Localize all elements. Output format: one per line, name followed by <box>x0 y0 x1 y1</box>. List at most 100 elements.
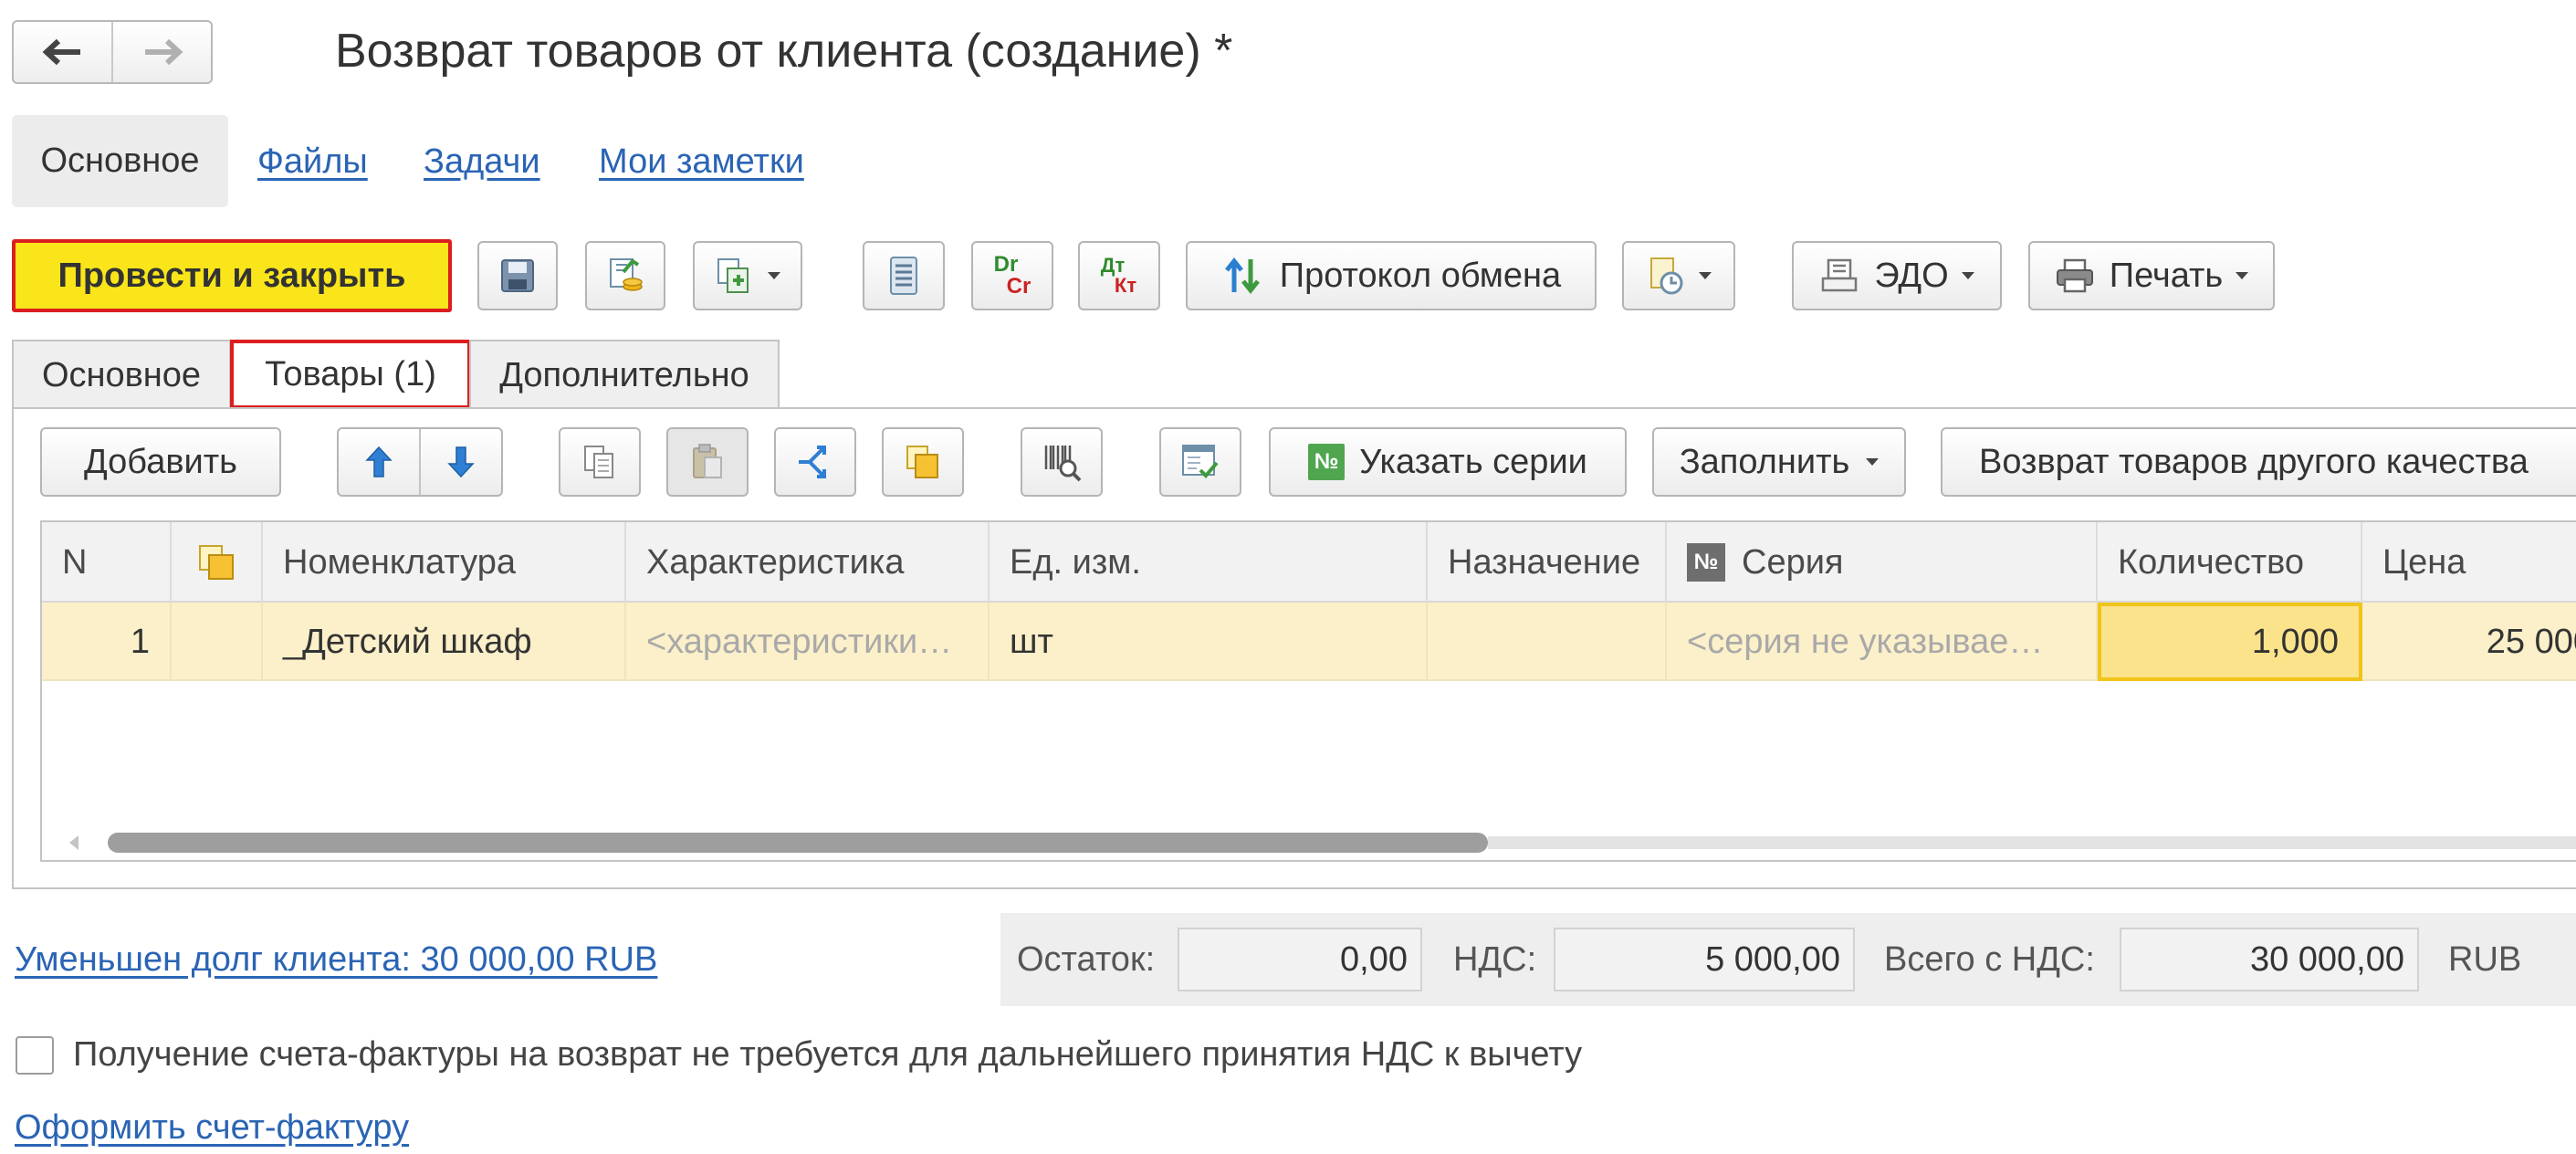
total-with-vat-field: 30 000,00 <box>2120 928 2419 991</box>
table-header: N Номенклатура Характеристика Ед. изм. Н… <box>42 522 2576 603</box>
create-based-on-button[interactable] <box>693 241 802 310</box>
save-button[interactable] <box>477 241 558 310</box>
tab-goods[interactable]: Товары (1) <box>230 340 471 409</box>
move-buttons-group <box>337 427 503 497</box>
list-structure-icon <box>890 257 917 295</box>
check-goods-button[interactable] <box>1159 427 1241 497</box>
dt-kt-icon-bottom: Кт <box>1114 274 1137 297</box>
section-link-notes[interactable]: Мои заметки <box>599 142 804 182</box>
exchange-protocol-button[interactable]: Протокол обмена <box>1186 241 1597 310</box>
barcode-icon <box>1044 446 1082 482</box>
section-tab-main[interactable]: Основное <box>12 115 228 207</box>
column-header-characteristic[interactable]: Характеристика <box>626 522 990 603</box>
move-down-button[interactable] <box>421 429 501 495</box>
structure-button[interactable] <box>863 241 945 310</box>
edo-icon <box>1822 258 1858 292</box>
post-and-close-button[interactable]: Провести и закрыть <box>12 239 452 312</box>
scrollbar-thumb[interactable] <box>108 833 1488 853</box>
cell-series[interactable]: <серия не указывае… <box>1667 603 2098 681</box>
post-document-icon <box>610 258 643 291</box>
fill-button[interactable]: Заполнить <box>1652 427 1906 497</box>
exchange-protocol-label: Протокол обмена <box>1279 256 1562 295</box>
cell-characteristic[interactable]: <характеристики… <box>626 603 990 681</box>
total-with-vat-label: Всего с НДС: <box>1884 939 2095 979</box>
column-header-quantity[interactable]: Количество <box>2098 522 2362 603</box>
copy-row-button[interactable] <box>559 427 641 497</box>
dr-cr-icon-bottom: Cr <box>1006 274 1031 299</box>
column-header-nomenclature[interactable]: Номенклатура <box>263 522 626 603</box>
specify-series-label: Указать серии <box>1359 442 1587 481</box>
back-button[interactable] <box>14 22 111 82</box>
column-header-price[interactable]: Цена <box>2362 522 2576 603</box>
cell-nomenclature[interactable]: _Детский шкаф <box>263 603 626 681</box>
forward-button[interactable] <box>111 22 211 82</box>
specify-series-button[interactable]: № Указать серии <box>1269 427 1627 497</box>
exchange-arrows-icon <box>1224 257 1260 295</box>
tab-additional[interactable]: Дополнительно <box>469 340 780 409</box>
cell-unit[interactable]: шт <box>990 603 1428 681</box>
yellow-pages-icon <box>906 446 938 478</box>
table-row[interactable]: 1 _Детский шкаф <характеристики… шт <сер… <box>42 603 2576 681</box>
totals-panel: Остаток: 0,00 НДС: 5 000,00 Всего с НДС:… <box>1000 913 2576 1006</box>
edo-label: ЭДО <box>1874 256 1949 295</box>
printer-icon <box>2056 258 2093 293</box>
arrow-left-icon <box>42 38 80 66</box>
remainder-field: 0,00 <box>1178 928 1422 991</box>
section-link-files[interactable]: Файлы <box>257 142 368 182</box>
horizontal-scrollbar[interactable] <box>44 833 2576 853</box>
checklist-icon <box>1182 445 1219 478</box>
dr-cr-button[interactable]: Dr Cr <box>971 241 1053 310</box>
barcode-search-button[interactable] <box>1021 427 1103 497</box>
print-label: Печать <box>2109 256 2224 295</box>
column-header-purpose[interactable]: Назначение <box>1428 522 1667 603</box>
document-clock-icon <box>1650 257 1683 295</box>
series-icon: № <box>1308 444 1346 480</box>
chevron-down-icon <box>2236 272 2249 279</box>
scrollbar-rail[interactable] <box>1488 836 2576 849</box>
copy-icon <box>584 446 613 478</box>
dt-kt-button[interactable]: Дт Кт <box>1078 241 1160 310</box>
series-icon: № <box>1687 543 1725 582</box>
cell-icon[interactable] <box>172 603 263 681</box>
history-nav <box>12 20 213 84</box>
dr-cr-icon-top: Dr <box>993 252 1019 277</box>
arrow-right-icon <box>144 38 183 66</box>
add-row-button[interactable]: Добавить <box>40 427 281 497</box>
split-row-button[interactable] <box>774 427 856 497</box>
select-goods-button[interactable] <box>882 427 964 497</box>
post-button[interactable] <box>585 241 665 310</box>
customer-debt-link[interactable]: Уменьшен долг клиента: 30 000,00 RUB <box>15 940 657 980</box>
create-based-on-icon <box>717 258 749 293</box>
floppy-disk-icon <box>501 259 534 292</box>
move-up-button[interactable] <box>339 429 421 495</box>
split-arrows-icon <box>799 446 826 478</box>
create-invoice-link[interactable]: Оформить счет-фактуру <box>15 1108 409 1148</box>
paste-row-button[interactable] <box>666 427 749 497</box>
schedule-button[interactable] <box>1622 241 1735 310</box>
currency-label: RUB <box>2448 939 2522 979</box>
return-other-quality-button[interactable]: Возврат товаров другого качества <box>1941 427 2576 497</box>
column-header-icon[interactable] <box>172 522 263 603</box>
print-button[interactable]: Печать <box>2028 241 2275 310</box>
invoice-not-required-label[interactable]: Получение счета-фактуры на возврат не тр… <box>73 1035 1582 1075</box>
tab-main[interactable]: Основное <box>12 340 231 409</box>
chevron-down-icon <box>1961 272 1974 279</box>
chevron-down-icon <box>1699 272 1712 279</box>
edo-button[interactable]: ЭДО <box>1792 241 2002 310</box>
fill-label: Заполнить <box>1679 442 1850 481</box>
chevron-down-icon <box>768 272 780 279</box>
cell-price[interactable]: 25 000 <box>2362 603 2576 681</box>
invoice-not-required-checkbox[interactable] <box>16 1036 54 1075</box>
yellow-pages-icon <box>199 545 234 580</box>
scroll-left-icon[interactable] <box>69 835 79 850</box>
section-link-tasks[interactable]: Задачи <box>424 142 540 182</box>
column-header-n[interactable]: N <box>42 522 172 603</box>
column-header-series[interactable]: № Серия <box>1667 522 2098 603</box>
chevron-down-icon <box>1866 458 1880 466</box>
cell-quantity[interactable]: 1,000 <box>2098 603 2362 681</box>
cell-purpose[interactable] <box>1428 603 1667 681</box>
page-title: Возврат товаров от клиента (создание) * <box>335 25 1233 78</box>
vat-label: НДС: <box>1453 939 1537 979</box>
cell-n[interactable]: 1 <box>42 603 172 681</box>
column-header-unit[interactable]: Ед. изм. <box>990 522 1428 603</box>
